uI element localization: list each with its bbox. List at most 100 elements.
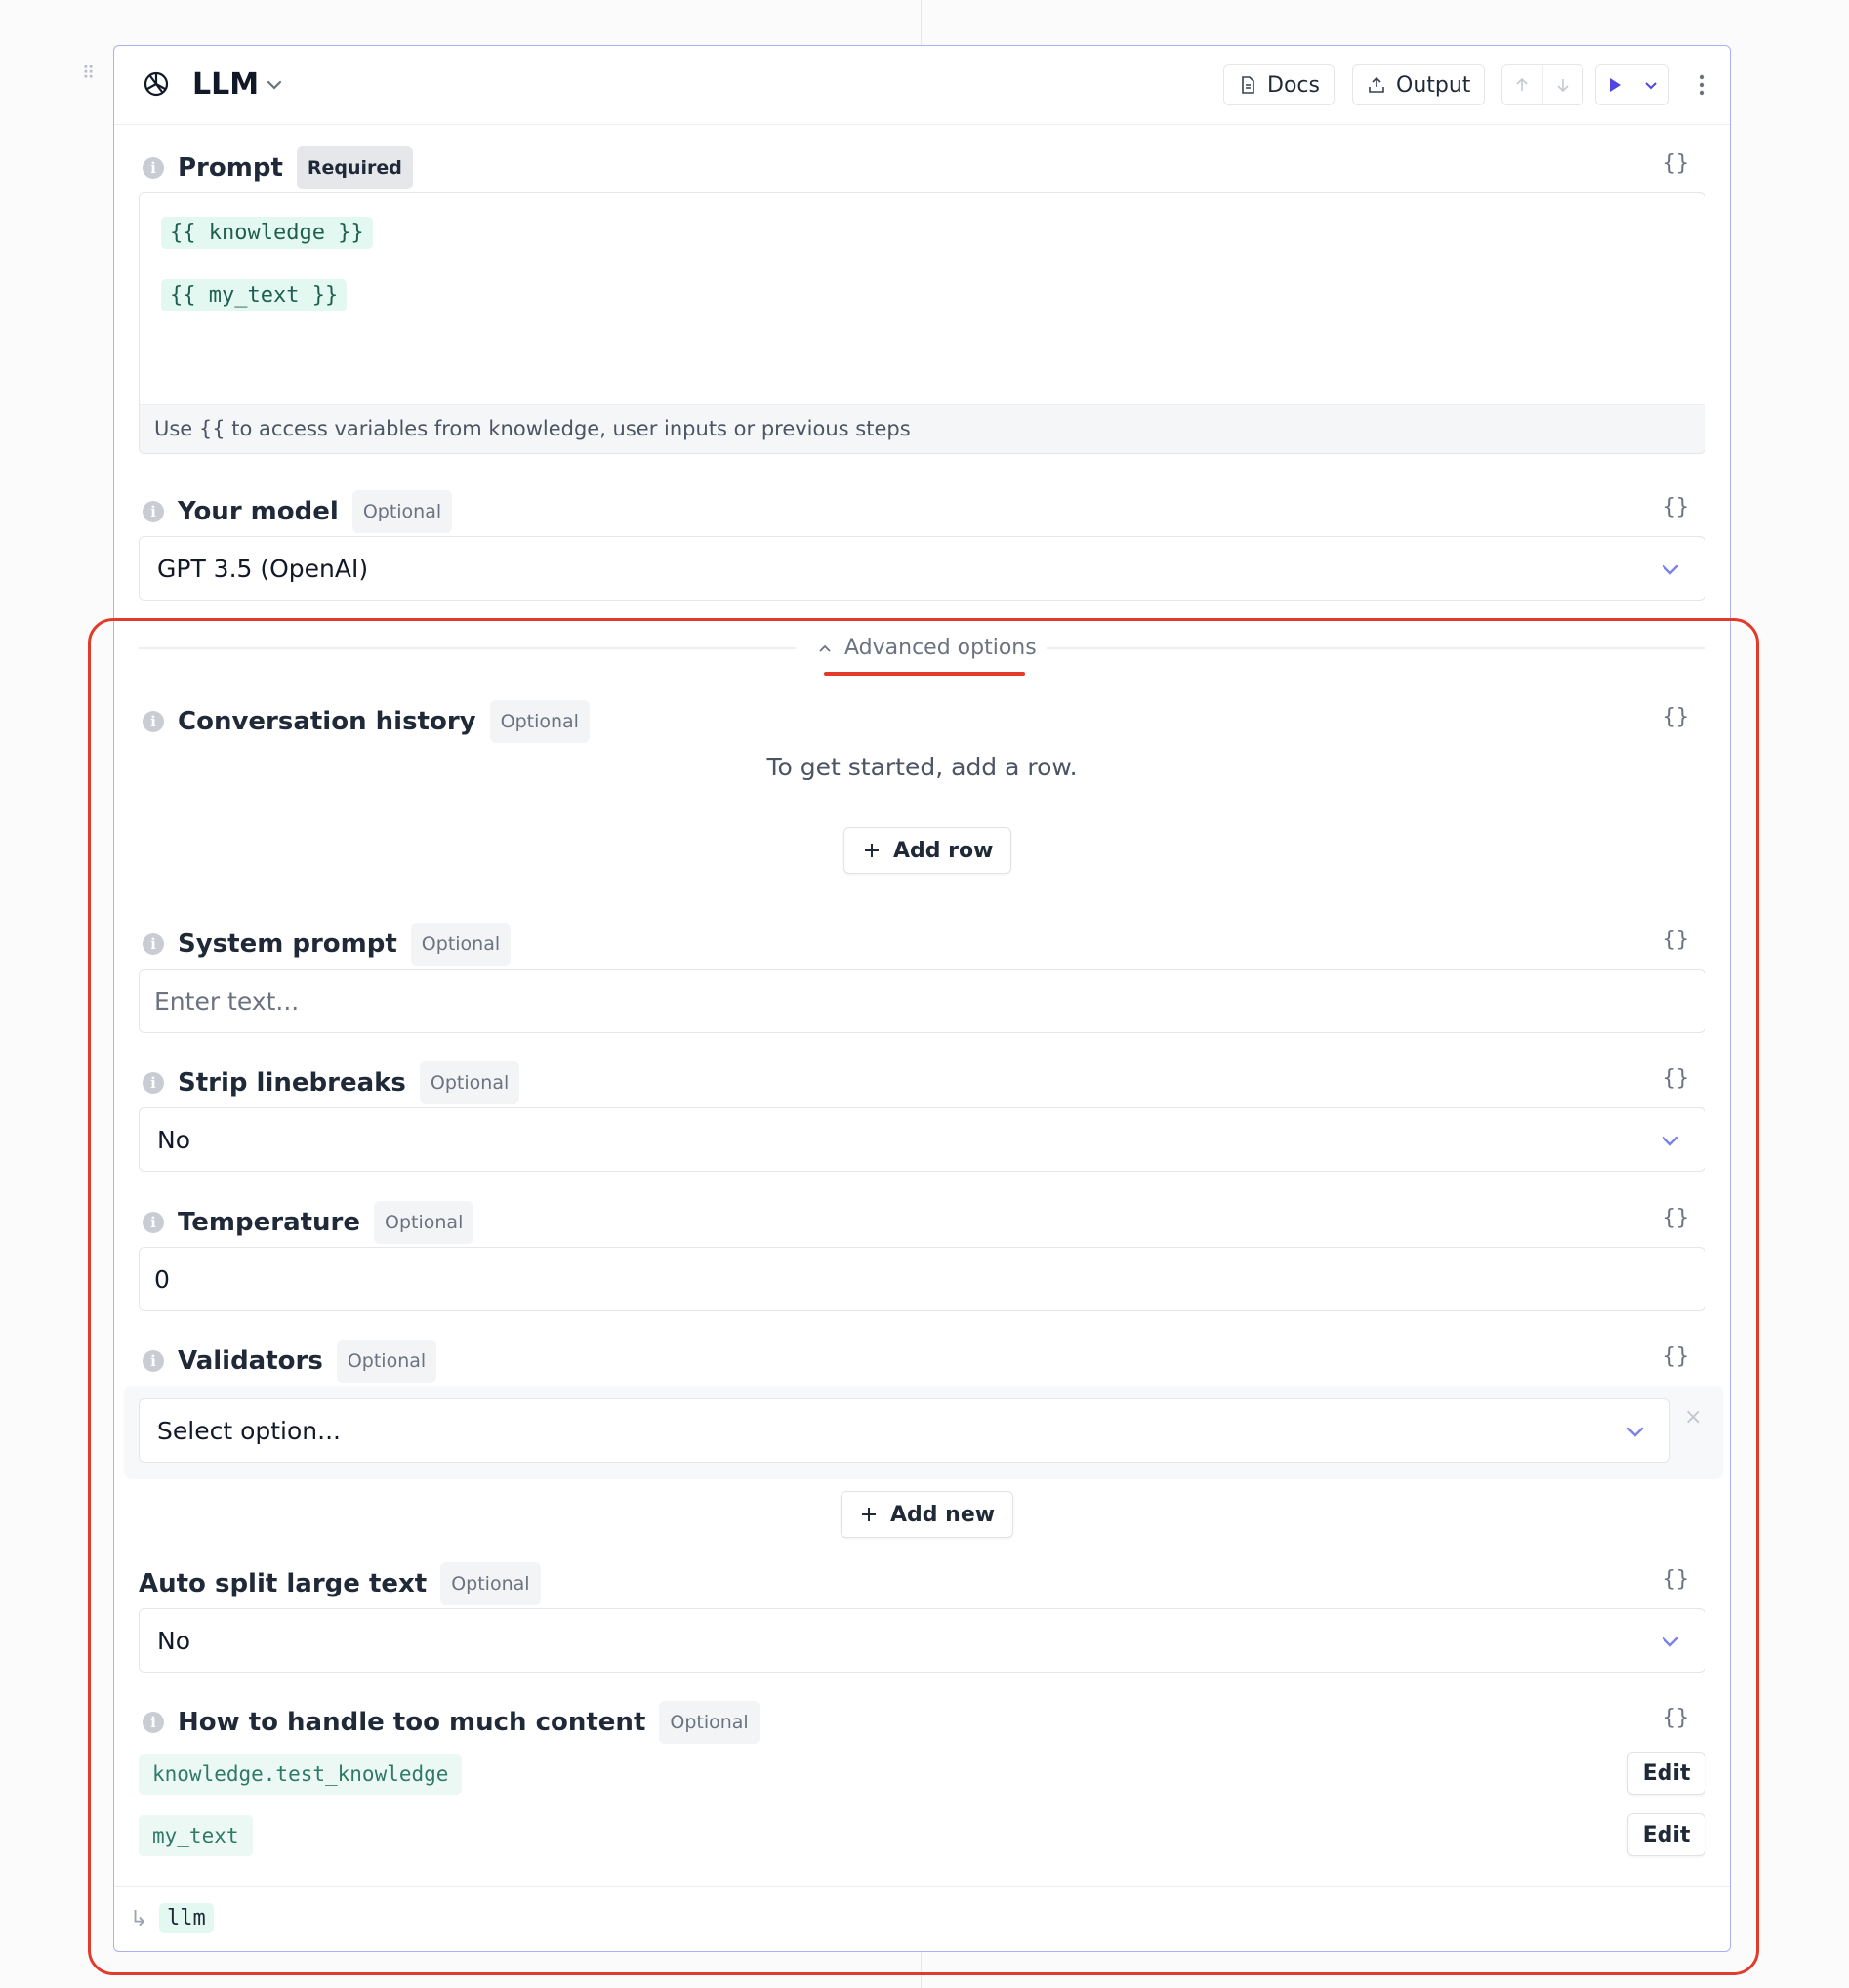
- content-variable-chip: knowledge.test_knowledge: [139, 1754, 463, 1795]
- auto-split-select[interactable]: No: [139, 1608, 1705, 1673]
- annotation-underline: [824, 672, 1025, 676]
- arrow-up-icon: [1516, 77, 1528, 91]
- variable-braces-icon[interactable]: {}: [1664, 1704, 1690, 1733]
- system-prompt-label-row: i System prompt Optional: [143, 923, 512, 966]
- variable-braces-icon[interactable]: {}: [1664, 1064, 1690, 1094]
- edit-button[interactable]: Edit: [1627, 1813, 1705, 1856]
- validator-select[interactable]: Select option...: [139, 1398, 1670, 1463]
- output-tray-icon: [1369, 76, 1384, 93]
- variable-braces-icon[interactable]: {}: [1664, 926, 1690, 955]
- model-label-row: i Your model Optional: [143, 490, 453, 533]
- prompt-editor[interactable]: {{ knowledge }} {{ my_text }} Use {{ to …: [139, 192, 1705, 454]
- drag-handle-icon[interactable]: ⠿: [82, 64, 98, 84]
- play-icon: [1609, 78, 1621, 92]
- info-icon[interactable]: i: [143, 157, 164, 179]
- variable-chip: {{ knowledge }}: [161, 217, 373, 249]
- optional-badge: Optional: [336, 1340, 437, 1383]
- divider: [139, 647, 796, 649]
- advanced-options-toggle[interactable]: Advanced options: [817, 636, 1037, 660]
- strip-linebreaks-label: Strip linebreaks: [178, 1068, 406, 1098]
- arrow-down-icon: [1557, 79, 1569, 93]
- optional-badge: Optional: [410, 923, 512, 966]
- run-button-group: [1595, 64, 1669, 105]
- output-variable-chip[interactable]: llm: [159, 1903, 214, 1933]
- validators-label-row: i Validators Optional: [143, 1340, 437, 1383]
- plus-icon: [862, 1508, 876, 1521]
- system-prompt-input[interactable]: Enter text...: [139, 969, 1705, 1033]
- variable-chip: {{ my_text }}: [161, 279, 348, 311]
- chevron-down-icon: [1626, 1427, 1644, 1437]
- info-icon[interactable]: i: [143, 501, 164, 522]
- variable-braces-icon[interactable]: {}: [1664, 1343, 1690, 1372]
- info-icon[interactable]: i: [143, 933, 164, 955]
- kebab-menu-icon: [1699, 74, 1705, 96]
- auto-split-label-row: Auto split large text Optional: [139, 1562, 541, 1605]
- openai-logo-icon: [144, 71, 169, 97]
- auto-split-value: No: [157, 1626, 190, 1655]
- optional-badge: Optional: [351, 490, 453, 533]
- step-title[interactable]: LLM: [192, 65, 259, 104]
- optional-badge: Optional: [659, 1701, 760, 1744]
- system-prompt-placeholder: Enter text...: [154, 986, 300, 1015]
- docs-label: Docs: [1267, 72, 1320, 98]
- variable-braces-icon[interactable]: {}: [1664, 1565, 1690, 1595]
- temperature-value: 0: [154, 1264, 170, 1294]
- docs-button[interactable]: Docs: [1223, 64, 1335, 105]
- card-header: LLM Docs Output: [114, 46, 1730, 125]
- chevron-down-icon: [1662, 564, 1679, 575]
- run-options-button[interactable]: [1632, 65, 1668, 104]
- too-much-content-label: How to handle too much content: [178, 1708, 646, 1737]
- strip-linebreaks-value: No: [157, 1125, 190, 1154]
- chevron-down-icon: [1662, 1636, 1679, 1647]
- move-step-buttons: [1501, 64, 1583, 105]
- model-select[interactable]: GPT 3.5 (OpenAI): [139, 536, 1705, 601]
- move-down-button[interactable]: [1541, 65, 1583, 104]
- remove-validator-button[interactable]: ×: [1684, 1405, 1702, 1429]
- variable-braces-icon[interactable]: {}: [1664, 149, 1690, 179]
- temperature-label-row: i Temperature Optional: [143, 1201, 474, 1244]
- temperature-label: Temperature: [178, 1208, 361, 1237]
- temperature-input[interactable]: 0: [139, 1247, 1705, 1311]
- info-icon[interactable]: i: [143, 1212, 164, 1233]
- add-new-label: Add new: [890, 1502, 996, 1527]
- optional-badge: Optional: [419, 1061, 520, 1104]
- card-footer: ↳ llm: [114, 1886, 1730, 1951]
- info-icon[interactable]: i: [143, 1072, 164, 1094]
- info-icon[interactable]: i: [143, 1350, 164, 1372]
- more-options-button[interactable]: [1692, 71, 1711, 99]
- output-label: Output: [1396, 72, 1471, 98]
- run-button[interactable]: [1596, 65, 1632, 104]
- divider: [1047, 647, 1705, 649]
- conversation-history-label: Conversation history: [178, 707, 476, 736]
- output-button[interactable]: Output: [1352, 64, 1486, 105]
- optional-badge: Optional: [440, 1562, 541, 1605]
- prompt-label-row: i Prompt Required: [143, 146, 413, 189]
- move-up-button[interactable]: [1502, 65, 1542, 104]
- conversation-history-label-row: i Conversation history Optional: [143, 700, 590, 743]
- validators-label: Validators: [178, 1346, 323, 1376]
- chevron-down-icon[interactable]: [263, 73, 286, 97]
- prompt-label: Prompt: [178, 153, 283, 183]
- variable-braces-icon[interactable]: {}: [1664, 703, 1690, 732]
- variable-braces-icon[interactable]: {}: [1664, 1204, 1690, 1233]
- optional-badge: Optional: [374, 1201, 474, 1244]
- system-prompt-label: System prompt: [178, 930, 397, 959]
- too-much-content-label-row: i How to handle too much content Optiona…: [143, 1701, 760, 1744]
- variable-braces-icon[interactable]: {}: [1664, 493, 1690, 522]
- prompt-hint: Use {{ to access variables from knowledg…: [140, 404, 1705, 453]
- edit-button[interactable]: Edit: [1627, 1752, 1705, 1795]
- strip-linebreaks-select[interactable]: No: [139, 1107, 1705, 1172]
- chevron-down-icon: [1644, 82, 1657, 90]
- required-badge: Required: [296, 146, 413, 189]
- add-new-validator-button[interactable]: Add new: [841, 1491, 1014, 1538]
- model-select-value: GPT 3.5 (OpenAI): [157, 554, 369, 583]
- chevron-up-icon: [819, 644, 831, 652]
- conversation-empty-text: To get started, add a row.: [766, 753, 1078, 781]
- add-row-button[interactable]: Add row: [843, 827, 1012, 874]
- add-row-label: Add row: [893, 838, 994, 863]
- validator-select-placeholder: Select option...: [157, 1416, 341, 1445]
- info-icon[interactable]: i: [143, 1712, 164, 1733]
- strip-linebreaks-label-row: i Strip linebreaks Optional: [143, 1061, 520, 1104]
- return-arrow-icon: ↳: [130, 1907, 148, 1931]
- info-icon[interactable]: i: [143, 711, 164, 732]
